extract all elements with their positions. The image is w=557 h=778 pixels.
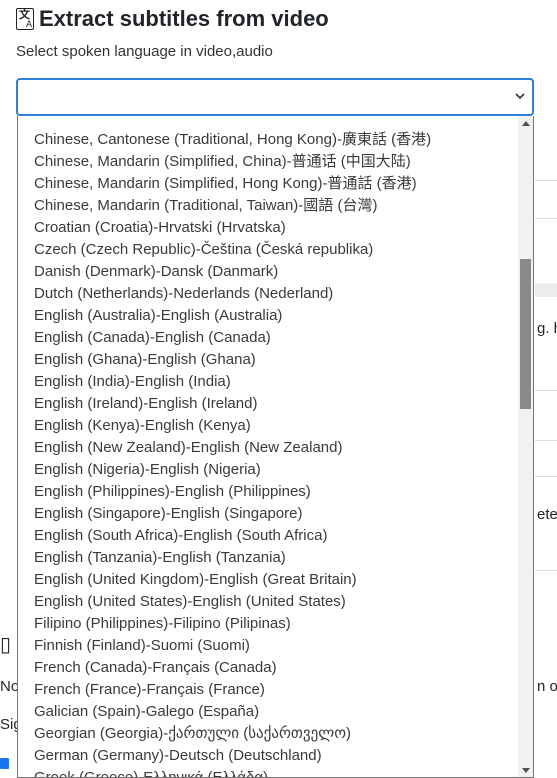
chevron-down-icon	[515, 93, 525, 100]
background-text: ete	[537, 506, 557, 523]
background-divider	[535, 476, 557, 477]
background-text: Nov	[0, 678, 17, 695]
language-option[interactable]: Galician (Spain)-Galego (España)	[18, 701, 518, 723]
language-option[interactable]: English (New Zealand)-English (New Zeala…	[18, 437, 518, 459]
language-dropdown-list[interactable]: Chinese, Cantonese (Traditional, Hong Ko…	[17, 116, 534, 778]
background-text: Sig	[0, 716, 17, 733]
language-option[interactable]: German (Germany)-Deutsch (Deutschland)	[18, 745, 518, 767]
background-divider	[535, 390, 557, 391]
language-option[interactable]: English (Philippines)-English (Philippin…	[18, 481, 518, 503]
scrollbar-thumb[interactable]	[520, 259, 531, 409]
language-option[interactable]: English (Kenya)-English (Kenya)	[18, 415, 518, 437]
background-text: n or	[537, 678, 557, 695]
background-divider	[535, 180, 557, 181]
scrollbar[interactable]	[518, 116, 533, 777]
language-option[interactable]: English (Australia)-English (Australia)	[18, 305, 518, 327]
language-option[interactable]: English (Tanzania)-English (Tanzania)	[18, 547, 518, 569]
language-option[interactable]: Danish (Denmark)-Dansk (Danmark)	[18, 261, 518, 283]
language-select[interactable]	[16, 78, 534, 116]
language-option[interactable]: Georgian (Georgia)-ქართული (საქართველო)	[18, 723, 518, 745]
page-title: Extract subtitles from video	[39, 6, 329, 31]
language-option[interactable]: Greek (Greece)-Ελληνικά (Ελλάδα)	[18, 767, 518, 777]
checkbox[interactable]	[0, 758, 9, 769]
language-option[interactable]: Finnish (Finland)-Suomi (Suomi)	[18, 635, 518, 657]
language-option[interactable]: Croatian (Croatia)-Hrvatski (Hrvatska)	[18, 217, 518, 239]
language-option[interactable]: English (Singapore)-English (Singapore)	[18, 503, 518, 525]
language-option[interactable]: English (United States)-English (United …	[18, 591, 518, 613]
language-option[interactable]: English (South Africa)-English (South Af…	[18, 525, 518, 547]
scroll-down-arrow-icon[interactable]	[518, 763, 533, 777]
language-option[interactable]: Filipino (Philippines)-Filipino (Pilipin…	[18, 613, 518, 635]
language-option[interactable]: French (France)-Français (France)	[18, 679, 518, 701]
option-partial[interactable]	[18, 116, 518, 129]
language-option[interactable]: English (Ireland)-English (Ireland)	[18, 393, 518, 415]
background-icon-fragment: ▯	[0, 636, 12, 656]
language-option[interactable]: English (India)-English (India)	[18, 371, 518, 393]
language-option[interactable]: Chinese, Mandarin (Simplified, Hong Kong…	[18, 173, 518, 195]
language-option[interactable]: English (Ghana)-English (Ghana)	[18, 349, 518, 371]
language-option[interactable]: English (United Kingdom)-English (Great …	[18, 569, 518, 591]
language-option[interactable]: Chinese, Mandarin (Simplified, China)-普通…	[18, 151, 518, 173]
language-option[interactable]: English (Canada)-English (Canada)	[18, 327, 518, 349]
option-list: Chinese, Cantonese (Traditional, Hong Ko…	[18, 116, 518, 777]
language-prompt: Select spoken language in video,audio	[16, 43, 273, 60]
language-option[interactable]: Dutch (Netherlands)-Nederlands (Nederlan…	[18, 283, 518, 305]
background-divider	[535, 570, 557, 571]
background-divider	[535, 218, 557, 219]
language-option[interactable]: English (Nigeria)-English (Nigeria)	[18, 459, 518, 481]
background-text: g. h	[537, 320, 557, 337]
language-option[interactable]: Chinese, Cantonese (Traditional, Hong Ko…	[18, 129, 518, 151]
translate-document-icon: 文A	[16, 8, 34, 30]
background-divider	[535, 283, 557, 297]
background-divider	[535, 440, 557, 441]
language-option[interactable]: French (Canada)-Français (Canada)	[18, 657, 518, 679]
language-option[interactable]: Chinese, Mandarin (Traditional, Taiwan)-…	[18, 195, 518, 217]
page-header: 文A Extract subtitles from video	[16, 4, 329, 34]
scroll-up-arrow-icon[interactable]	[518, 116, 533, 130]
language-option[interactable]: Czech (Czech Republic)-Čeština (Česká re…	[18, 239, 518, 261]
